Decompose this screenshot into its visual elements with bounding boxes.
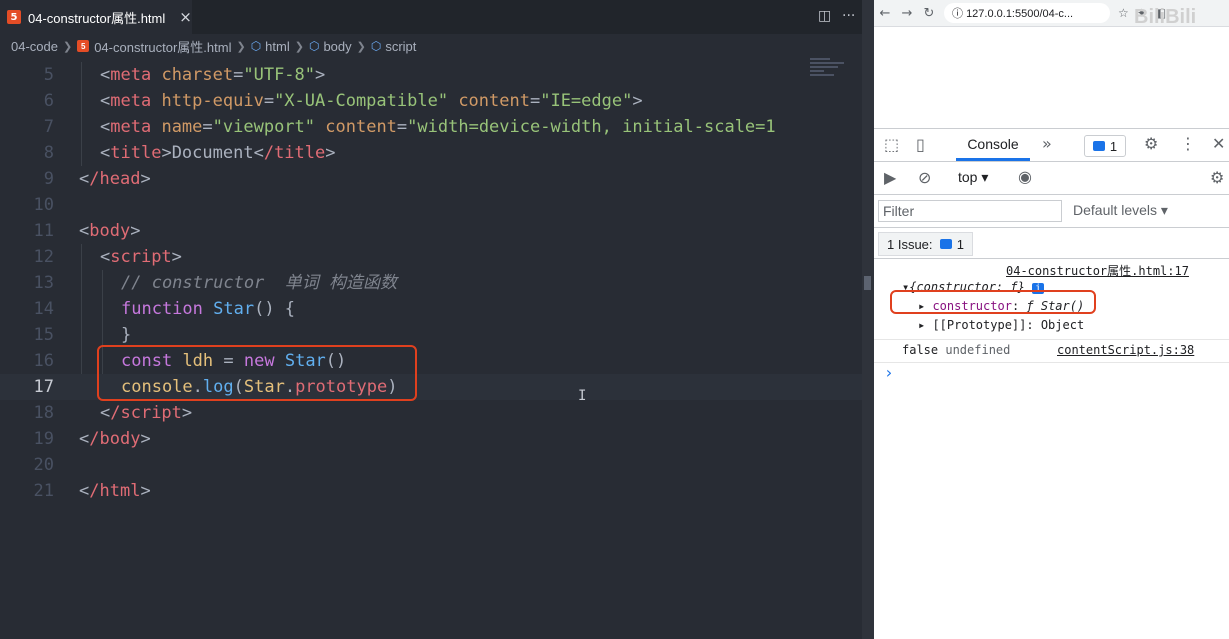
devtools-tab-bar: ⬚ ▯ Console » 1 ⚙ ⋮ ✕ xyxy=(874,129,1229,162)
sidebar-toggle-icon[interactable]: ▶ xyxy=(884,168,896,187)
context-select[interactable]: top ▾ xyxy=(958,169,988,186)
log-prototype-row[interactable]: ▸ [[Prototype]]: Object xyxy=(918,318,1084,332)
clear-console-icon[interactable]: ⊘ xyxy=(918,168,931,187)
devtools-panel: ⬚ ▯ Console » 1 ⚙ ⋮ ✕ ▶ ⊘ top ▾ ◉ ⚙ Filt… xyxy=(874,128,1229,639)
filter-input[interactable]: Filter xyxy=(878,200,1062,222)
code-line[interactable]: 14 function Star() { xyxy=(0,296,862,322)
issues-button[interactable]: 1 Issue: 1 xyxy=(878,232,973,256)
reload-icon[interactable]: ↻ xyxy=(918,6,940,21)
more-options-icon[interactable]: ⋮ xyxy=(1180,134,1196,153)
element-cube-icon: ⬡ xyxy=(370,39,382,53)
forward-icon[interactable]: → xyxy=(896,6,918,21)
console-prompt-icon[interactable]: › xyxy=(884,363,894,382)
html5-file-icon: 5 xyxy=(7,10,21,24)
more-tabs-icon[interactable]: » xyxy=(1042,134,1052,153)
element-cube-icon: ⬡ xyxy=(308,39,320,53)
code-editor[interactable]: 5 04-constructor属性.html × ◫ ··· 04-code … xyxy=(0,0,862,639)
line-number: 9 xyxy=(43,169,54,189)
line-number: 13 xyxy=(33,273,54,293)
breadcrumb-html[interactable]: ⬡ html xyxy=(251,39,290,54)
info-icon: ⓘ xyxy=(952,8,967,20)
log-separator xyxy=(874,339,1229,340)
code-line[interactable]: 7 <meta name="viewport" content="width=de… xyxy=(0,114,862,140)
line-number: 20 xyxy=(33,455,54,475)
expand-triangle-icon: ▸ xyxy=(918,318,933,332)
code-line[interactable]: 21 </html> xyxy=(0,478,862,504)
close-icon[interactable]: ✕ xyxy=(1212,134,1225,153)
line-number: 15 xyxy=(33,325,54,345)
line-number: 6 xyxy=(43,91,54,111)
text-cursor-icon: I xyxy=(578,388,587,404)
line-number: 10 xyxy=(33,195,54,215)
star-icon[interactable]: ☆ xyxy=(1118,6,1129,20)
watermark-logo: BiliBili xyxy=(1134,6,1197,28)
element-cube-icon: ⬡ xyxy=(250,39,262,53)
gear-icon[interactable]: ⚙ xyxy=(1210,168,1224,187)
browser-window: ← → ↻ ⓘ 127.0.0.1:5500/04-c... ☆ ✦ ◧ Bil… xyxy=(874,0,1229,639)
line-number: 11 xyxy=(33,221,54,241)
line-number: 21 xyxy=(33,481,54,501)
html5-file-icon: 5 xyxy=(77,40,90,52)
code-line[interactable]: 11 <body> xyxy=(0,218,862,244)
code-area[interactable]: 5 <meta charset="UTF-8"> 6 <meta http-equi… xyxy=(0,62,862,504)
scrollbar-thumb[interactable] xyxy=(864,276,871,290)
code-line[interactable]: 19 </body> xyxy=(0,426,862,452)
code-line[interactable]: 13// constructor 单词 构造函数 xyxy=(0,270,862,296)
line-number: 16 xyxy=(33,351,54,371)
code-highlight-annotation xyxy=(97,345,417,401)
chevron-right-icon: ❯ xyxy=(236,40,246,53)
chevron-right-icon: ❯ xyxy=(294,40,304,53)
line-number: 17 xyxy=(33,377,54,397)
log-levels-select[interactable]: Default levels ▾ xyxy=(1073,202,1168,219)
console-toolbar: ▶ ⊘ top ▾ ◉ ⚙ xyxy=(874,162,1229,195)
line-number: 18 xyxy=(33,403,54,423)
chevron-right-icon: ❯ xyxy=(356,40,366,53)
url-field[interactable]: ⓘ 127.0.0.1:5500/04-c... xyxy=(944,3,1110,23)
code-line[interactable]: 18 </script> xyxy=(0,400,862,426)
log-false-undefined: false undefined xyxy=(902,343,1011,357)
eye-icon[interactable]: ◉ xyxy=(1018,167,1032,186)
inspect-element-icon[interactable]: ⬚ xyxy=(884,135,899,154)
breadcrumb: 04-code ❯ 5 04-constructor属性.html ❯ ⬡ html… xyxy=(0,34,862,58)
line-number: 12 xyxy=(33,247,54,267)
code-line[interactable]: 20 xyxy=(0,452,862,478)
issues-badge[interactable]: 1 xyxy=(1084,135,1126,157)
code-line[interactable]: 5 <meta charset="UTF-8"> xyxy=(0,62,862,88)
breadcrumb-file[interactable]: 5 04-constructor属性.html xyxy=(77,37,231,56)
code-line[interactable]: 6 <meta http-equiv="X-UA-Compatible" cont… xyxy=(0,88,862,114)
breadcrumb-script[interactable]: ⬡ script xyxy=(371,39,417,54)
line-number: 19 xyxy=(33,429,54,449)
breadcrumb-folder[interactable]: 04-code xyxy=(11,39,58,54)
source-link[interactable]: 04-constructor属性.html:17 xyxy=(1006,262,1189,279)
device-toolbar-icon[interactable]: ▯ xyxy=(916,135,925,154)
filter-row: Filter Default levels ▾ xyxy=(874,195,1229,228)
code-line[interactable]: 10 xyxy=(0,192,862,218)
breadcrumb-body[interactable]: ⬡ body xyxy=(309,39,352,54)
line-number: 8 xyxy=(43,143,54,163)
pane-divider[interactable] xyxy=(862,0,874,639)
close-icon[interactable]: × xyxy=(179,8,192,26)
code-line[interactable]: 12 <script> xyxy=(0,244,862,270)
code-line[interactable]: 9 </head> xyxy=(0,166,862,192)
issues-row: 1 Issue: 1 xyxy=(874,228,1229,259)
message-icon xyxy=(1092,141,1105,151)
editor-tab[interactable]: 5 04-constructor属性.html × xyxy=(0,0,192,34)
editor-tab-title: 04-constructor属性.html xyxy=(28,10,166,26)
back-icon[interactable]: ← xyxy=(874,6,896,21)
split-editor-icon[interactable]: ◫ xyxy=(818,8,831,24)
more-actions-icon[interactable]: ··· xyxy=(842,8,855,24)
line-number: 14 xyxy=(33,299,54,319)
constructor-highlight-annotation xyxy=(890,290,1096,314)
line-number: 5 xyxy=(43,65,54,85)
tab-console[interactable]: Console xyxy=(956,129,1030,161)
chevron-right-icon: ❯ xyxy=(62,40,73,53)
code-line[interactable]: 8 <title>Document</title> xyxy=(0,140,862,166)
editor-tab-bar: 5 04-constructor属性.html × ◫ ··· xyxy=(0,0,862,34)
message-icon xyxy=(939,239,952,249)
log-separator xyxy=(874,362,1229,363)
gear-icon[interactable]: ⚙ xyxy=(1144,134,1158,153)
source-link[interactable]: contentScript.js:38 xyxy=(1057,343,1194,357)
line-number: 7 xyxy=(43,117,54,137)
